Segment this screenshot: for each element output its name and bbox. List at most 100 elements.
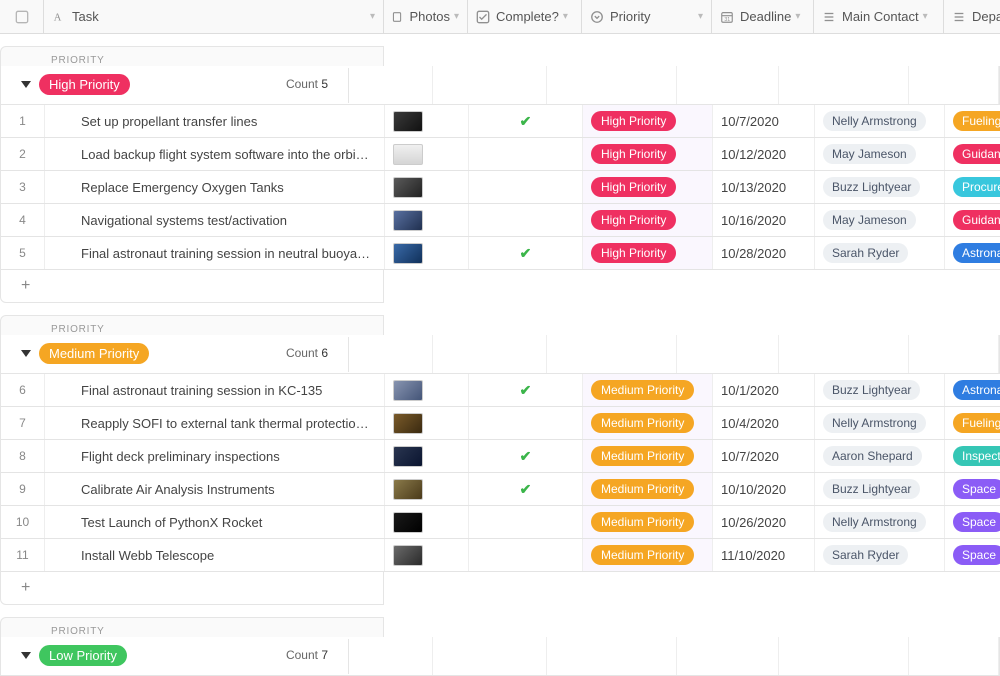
priority-cell[interactable]: Medium Priority [583, 506, 713, 538]
column-header-priority[interactable]: Priority ▾ [582, 0, 712, 33]
department-cell[interactable]: Fueling [945, 105, 1000, 137]
priority-cell[interactable]: Medium Priority [583, 374, 713, 406]
contact-cell[interactable]: Nelly Armstrong [815, 506, 945, 538]
add-row-button[interactable]: + [0, 572, 384, 605]
table-row[interactable]: 11Install Webb TelescopeMedium Priority1… [0, 539, 1000, 572]
complete-cell[interactable]: ✔ [469, 237, 583, 269]
task-cell[interactable]: Install Webb Telescope [45, 539, 385, 571]
table-row[interactable]: 3Replace Emergency Oxygen TanksHigh Prio… [0, 171, 1000, 204]
contact-cell[interactable]: Buzz Lightyear [815, 473, 945, 505]
photo-thumbnail[interactable] [393, 413, 423, 434]
photos-cell[interactable] [385, 440, 469, 472]
photo-thumbnail[interactable] [393, 111, 423, 132]
priority-cell[interactable]: High Priority [583, 138, 713, 170]
photo-thumbnail[interactable] [393, 512, 423, 533]
table-row[interactable]: 6Final astronaut training session in KC-… [0, 374, 1000, 407]
photo-thumbnail[interactable] [393, 243, 423, 264]
table-row[interactable]: 1Set up propellant transfer lines✔High P… [0, 105, 1000, 138]
table-row[interactable]: 9Calibrate Air Analysis Instruments✔Medi… [0, 473, 1000, 506]
contact-cell[interactable]: Aaron Shepard [815, 440, 945, 472]
column-header-main-contact[interactable]: Main Contact ▾ [814, 0, 944, 33]
table-row[interactable]: 5Final astronaut training session in neu… [0, 237, 1000, 270]
complete-cell[interactable] [469, 138, 583, 170]
contact-cell[interactable]: Sarah Ryder [815, 237, 945, 269]
complete-cell[interactable] [469, 204, 583, 236]
photos-cell[interactable] [385, 138, 469, 170]
deadline-cell[interactable]: 10/13/2020 [713, 171, 815, 203]
photos-cell[interactable] [385, 171, 469, 203]
photos-cell[interactable] [385, 407, 469, 439]
photo-thumbnail[interactable] [393, 144, 423, 165]
complete-cell[interactable]: ✔ [469, 374, 583, 406]
priority-cell[interactable]: Medium Priority [583, 407, 713, 439]
table-row[interactable]: 2Load backup flight system software into… [0, 138, 1000, 171]
deadline-cell[interactable]: 10/28/2020 [713, 237, 815, 269]
priority-cell[interactable]: High Priority [583, 237, 713, 269]
complete-cell[interactable] [469, 506, 583, 538]
photo-thumbnail[interactable] [393, 380, 423, 401]
department-cell[interactable]: Space [945, 506, 1000, 538]
task-cell[interactable]: Calibrate Air Analysis Instruments [45, 473, 385, 505]
table-row[interactable]: 8Flight deck preliminary inspections✔Med… [0, 440, 1000, 473]
department-cell[interactable]: Procure [945, 171, 1000, 203]
column-header-task[interactable]: A Task ▾ [44, 0, 384, 33]
contact-cell[interactable]: May Jameson [815, 204, 945, 236]
priority-cell[interactable]: High Priority [583, 105, 713, 137]
priority-cell[interactable]: High Priority [583, 204, 713, 236]
group-header[interactable]: Low PriorityCount 7 [0, 637, 1000, 676]
photos-cell[interactable] [385, 374, 469, 406]
department-cell[interactable]: Astrona [945, 374, 1000, 406]
deadline-cell[interactable]: 10/10/2020 [713, 473, 815, 505]
complete-cell[interactable]: ✔ [469, 105, 583, 137]
priority-cell[interactable]: Medium Priority [583, 440, 713, 472]
department-cell[interactable]: Fueling [945, 407, 1000, 439]
column-header-photos[interactable]: Photos ▾ [384, 0, 468, 33]
department-cell[interactable]: Space [945, 539, 1000, 571]
task-cell[interactable]: Flight deck preliminary inspections [45, 440, 385, 472]
collapse-toggle[interactable] [21, 81, 31, 88]
photos-cell[interactable] [385, 204, 469, 236]
complete-cell[interactable] [469, 407, 583, 439]
contact-cell[interactable]: Nelly Armstrong [815, 407, 945, 439]
complete-cell[interactable]: ✔ [469, 473, 583, 505]
photo-thumbnail[interactable] [393, 545, 423, 566]
column-header-department[interactable]: Depa [944, 0, 1000, 33]
complete-cell[interactable] [469, 539, 583, 571]
complete-cell[interactable]: ✔ [469, 440, 583, 472]
add-row-button[interactable]: + [0, 270, 384, 303]
table-row[interactable]: 4Navigational systems test/activationHig… [0, 204, 1000, 237]
photos-cell[interactable] [385, 237, 469, 269]
table-row[interactable]: 7Reapply SOFI to external tank thermal p… [0, 407, 1000, 440]
deadline-cell[interactable]: 10/1/2020 [713, 374, 815, 406]
select-all-checkbox[interactable] [0, 0, 44, 33]
group-header[interactable]: Medium PriorityCount 6 [0, 335, 1000, 374]
deadline-cell[interactable]: 10/12/2020 [713, 138, 815, 170]
department-cell[interactable]: Inspect [945, 440, 1000, 472]
contact-cell[interactable]: May Jameson [815, 138, 945, 170]
group-header[interactable]: High PriorityCount 5 [0, 66, 1000, 105]
column-header-complete[interactable]: Complete? ▾ [468, 0, 582, 33]
department-cell[interactable]: Astrona [945, 237, 1000, 269]
contact-cell[interactable]: Buzz Lightyear [815, 374, 945, 406]
deadline-cell[interactable]: 11/10/2020 [713, 539, 815, 571]
priority-cell[interactable]: Medium Priority [583, 539, 713, 571]
photos-cell[interactable] [385, 105, 469, 137]
complete-cell[interactable] [469, 171, 583, 203]
priority-cell[interactable]: High Priority [583, 171, 713, 203]
photo-thumbnail[interactable] [393, 446, 423, 467]
task-cell[interactable]: Load backup flight system software into … [45, 138, 385, 170]
contact-cell[interactable]: Sarah Ryder [815, 539, 945, 571]
task-cell[interactable]: Navigational systems test/activation [45, 204, 385, 236]
task-cell[interactable]: Set up propellant transfer lines [45, 105, 385, 137]
table-row[interactable]: 10Test Launch of PythonX RocketMedium Pr… [0, 506, 1000, 539]
contact-cell[interactable]: Nelly Armstrong [815, 105, 945, 137]
deadline-cell[interactable]: 10/4/2020 [713, 407, 815, 439]
deadline-cell[interactable]: 10/16/2020 [713, 204, 815, 236]
deadline-cell[interactable]: 10/7/2020 [713, 440, 815, 472]
deadline-cell[interactable]: 10/26/2020 [713, 506, 815, 538]
photo-thumbnail[interactable] [393, 177, 423, 198]
task-cell[interactable]: Final astronaut training session in neut… [45, 237, 385, 269]
department-cell[interactable]: Guidanc [945, 204, 1000, 236]
photos-cell[interactable] [385, 539, 469, 571]
column-header-deadline[interactable]: 31 Deadline ▾ [712, 0, 814, 33]
